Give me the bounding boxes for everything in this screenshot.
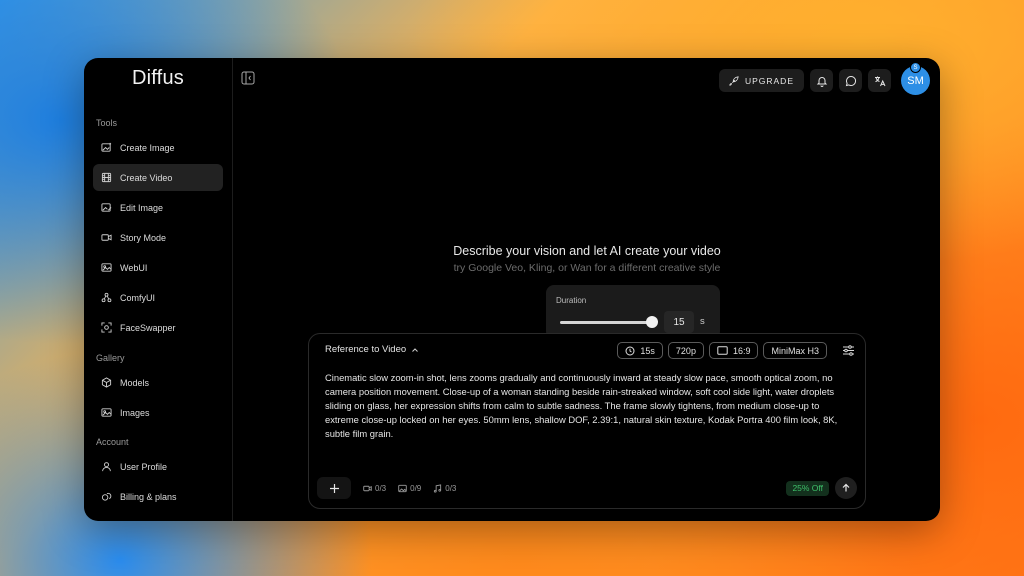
image-counter-value: 0/9 [410, 483, 422, 493]
image-sparkle-icon [101, 142, 112, 152]
composer-footer: 0/3 0/9 0/3 25% Off [317, 476, 857, 500]
app-window: Diffus Tools Create Image Create Video E… [84, 58, 940, 521]
sidebar-item-edit-image[interactable]: Edit Image [93, 194, 223, 221]
prompt-composer: Reference to Video 15s 720p 16:9 MiniMax… [308, 333, 866, 509]
sidebar-item-images[interactable]: Images [93, 399, 223, 426]
sidebar-item-user-profile[interactable]: User Profile [93, 453, 223, 480]
chat-bubble-icon [845, 75, 856, 86]
main-area: UPGRADE SM S Describe your vision and le… [234, 58, 940, 521]
arrow-up-icon [842, 483, 850, 492]
image-icon [101, 263, 112, 272]
aspect-ratio-chip-label: 16:9 [732, 345, 751, 356]
upgrade-button[interactable]: UPGRADE [718, 69, 804, 92]
audio-reference-counter: 0/3 [433, 484, 456, 493]
avatar[interactable]: SM S [901, 62, 930, 95]
sidebar-item-label: Billing & plans [120, 491, 177, 502]
face-swap-icon [101, 322, 112, 333]
translate-icon [874, 76, 885, 86]
add-attachment-button[interactable] [317, 477, 351, 499]
notifications-button[interactable] [810, 69, 833, 92]
sidebar-item-label: Models [120, 377, 150, 388]
duration-popover: Duration 15 s [546, 285, 720, 339]
avatar-badge: S [910, 62, 921, 73]
section-label-tools: Tools [96, 118, 118, 128]
music-note-icon [434, 483, 442, 493]
chevron-up-icon [412, 347, 419, 352]
sidebar-item-story-mode[interactable]: Story Mode [93, 224, 223, 251]
model-chip-label: MiniMax H3 [771, 345, 819, 356]
generation-options: 15s 720p 16:9 MiniMax H3 [617, 342, 827, 359]
topbar-actions: UPGRADE SM S [718, 62, 930, 95]
sidebar-item-webui[interactable]: WebUI [93, 254, 223, 281]
film-icon [101, 172, 112, 183]
image-reference-counter: 0/9 [398, 484, 421, 493]
mode-select[interactable]: Reference to Video [325, 344, 419, 355]
cube-icon [101, 377, 112, 388]
sidebar-item-create-video[interactable]: Create Video [93, 164, 223, 191]
duration-unit: s [700, 316, 705, 327]
resolution-chip-label: 720p [675, 345, 696, 356]
sidebar-toggle-icon[interactable] [241, 71, 255, 85]
rocket-icon [729, 75, 739, 86]
sidebar-item-label: Create Video [120, 172, 173, 183]
video-icon [363, 485, 372, 491]
coins-icon [101, 492, 112, 501]
bell-icon [816, 76, 827, 87]
duration-chip[interactable]: 15s [617, 342, 663, 359]
aspect-ratio-chip[interactable]: 16:9 [708, 342, 759, 359]
video-counter-value: 0/3 [375, 483, 387, 493]
sidebar-item-billing[interactable]: Billing & plans [93, 483, 223, 510]
sidebar: Diffus Tools Create Image Create Video E… [84, 58, 233, 521]
sidebar-item-label: Edit Image [120, 202, 164, 213]
discount-badge: 25% Off [786, 480, 829, 496]
duration-slider-thumb[interactable] [646, 316, 658, 328]
sliders-icon[interactable] [842, 344, 855, 357]
audio-counter-value: 0/3 [445, 483, 457, 493]
aspect-ratio-icon [717, 346, 728, 355]
camera-icon [101, 234, 112, 241]
clock-icon [625, 346, 635, 355]
hero-title: Describe your vision and let AI create y… [453, 244, 721, 258]
duration-value-input[interactable]: 15 [664, 311, 694, 333]
video-reference-counter: 0/3 [363, 484, 386, 493]
images-icon [101, 408, 112, 417]
mode-select-label: Reference to Video [325, 344, 407, 355]
avatar-initials: SM [907, 74, 924, 87]
image-icon [398, 484, 407, 492]
sidebar-item-label: FaceSwapper [120, 322, 176, 333]
hero-subtitle: try Google Veo, Kling, or Wan for a diff… [453, 262, 721, 274]
language-button[interactable] [868, 69, 891, 92]
sidebar-item-faceswapper[interactable]: FaceSwapper [93, 314, 223, 341]
sidebar-item-label: Create Image [120, 142, 175, 153]
nodes-icon [101, 292, 112, 303]
sidebar-item-label: WebUI [120, 262, 148, 273]
prompt-textarea[interactable]: Cinematic slow zoom-in shot, lens zooms … [325, 371, 855, 441]
section-label-gallery: Gallery [96, 353, 125, 363]
app-logo: Diffus [132, 67, 184, 89]
plus-icon [329, 483, 339, 493]
sidebar-item-comfyui[interactable]: ComfyUI [93, 284, 223, 311]
image-edit-icon [101, 203, 112, 212]
sidebar-item-models[interactable]: Models [93, 369, 223, 396]
sidebar-item-label: Story Mode [120, 232, 167, 243]
sidebar-item-create-image[interactable]: Create Image [93, 134, 223, 161]
resolution-chip[interactable]: 720p [667, 342, 704, 359]
user-icon [102, 462, 111, 472]
upgrade-label: UPGRADE [744, 75, 794, 86]
section-label-account: Account [96, 437, 129, 447]
sidebar-item-label: Images [120, 407, 150, 418]
duration-chip-label: 15s [640, 345, 655, 356]
send-button[interactable] [835, 477, 857, 499]
messages-button[interactable] [839, 69, 862, 92]
sidebar-item-label: User Profile [120, 461, 168, 472]
sidebar-item-label: ComfyUI [120, 292, 156, 303]
model-chip[interactable]: MiniMax H3 [763, 342, 827, 359]
duration-label: Duration [556, 296, 587, 305]
duration-slider-track[interactable] [560, 321, 652, 324]
